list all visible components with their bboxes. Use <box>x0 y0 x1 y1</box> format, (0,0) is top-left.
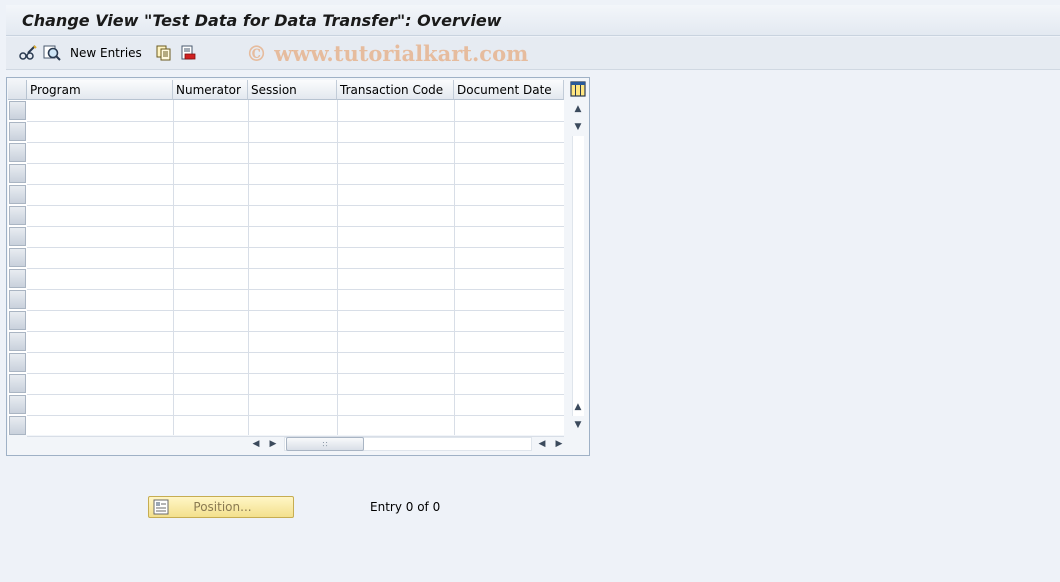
table-settings-icon[interactable] <box>570 81 586 97</box>
table-column-divider <box>454 100 455 435</box>
row-selector-button[interactable] <box>9 122 26 141</box>
row-selector-button[interactable] <box>9 143 26 162</box>
entry-counter: Entry 0 of 0 <box>370 500 441 514</box>
row-selector-button[interactable] <box>9 185 26 204</box>
table-row-divider <box>27 331 564 332</box>
row-selector-button[interactable] <box>9 353 26 372</box>
delete-icon[interactable] <box>176 41 200 65</box>
table-column-divider <box>173 100 174 435</box>
table-control: Program Numerator Session Transaction Co… <box>6 77 590 456</box>
table-row-divider <box>27 394 564 395</box>
select-all-button[interactable] <box>8 80 27 100</box>
scroll-first-column-icon[interactable]: ◀ <box>249 436 263 452</box>
watermark-text: © www.tutorialkart.com <box>246 41 529 66</box>
row-selector-button[interactable] <box>9 227 26 246</box>
row-selector-button[interactable] <box>9 311 26 330</box>
position-button[interactable]: Position... <box>148 496 294 518</box>
new-entries-button[interactable]: New Entries <box>70 46 142 60</box>
table-row-divider <box>27 163 564 164</box>
scroll-last-column-icon[interactable]: ▶ <box>552 436 566 452</box>
row-selector-button[interactable] <box>9 332 26 351</box>
scroll-right-icon[interactable]: ◀ <box>535 436 549 452</box>
display-change-icon[interactable] <box>16 41 40 65</box>
row-selector-button[interactable] <box>9 395 26 414</box>
row-selector-button[interactable] <box>9 269 26 288</box>
table-row-divider <box>27 352 564 353</box>
copy-as-icon[interactable] <box>152 41 176 65</box>
column-header-document-date[interactable]: Document Date <box>454 80 564 100</box>
column-header-session[interactable]: Session <box>248 80 337 100</box>
table-row-divider <box>27 415 564 416</box>
row-selector-button[interactable] <box>9 248 26 267</box>
horizontal-scroll-thumb[interactable]: ∷ <box>286 437 364 451</box>
row-selector-button[interactable] <box>9 164 26 183</box>
scroll-left-icon[interactable]: ▶ <box>266 436 280 452</box>
position-button-label: Position... <box>193 500 252 514</box>
row-selector-button[interactable] <box>9 290 26 309</box>
table-row-divider <box>27 184 564 185</box>
application-toolbar: New Entries <box>6 37 1060 70</box>
column-header-program[interactable]: Program <box>27 80 173 100</box>
scroll-up-icon[interactable]: ▼ <box>571 120 585 134</box>
table-row-divider <box>27 205 564 206</box>
row-selector-button[interactable] <box>9 374 26 393</box>
table-row-divider <box>27 226 564 227</box>
table-grid: Program Numerator Session Transaction Co… <box>8 80 564 437</box>
position-icon <box>152 498 170 516</box>
table-row-divider <box>27 373 564 374</box>
table-column-divider <box>248 100 249 435</box>
table-row-divider <box>27 142 564 143</box>
find-icon[interactable] <box>40 41 64 65</box>
vertical-scroll-track[interactable] <box>572 136 584 416</box>
table-row-divider <box>27 247 564 248</box>
table-row-divider <box>27 289 564 290</box>
row-selector-button[interactable] <box>9 416 26 435</box>
table-row-divider <box>27 310 564 311</box>
page-title: Change View "Test Data for Data Transfer… <box>22 10 502 30</box>
table-row-divider <box>27 121 564 122</box>
column-header-numerator[interactable]: Numerator <box>173 80 248 100</box>
page-up-icon[interactable]: ▲ <box>571 102 585 116</box>
page-down-icon[interactable]: ▼ <box>571 418 585 432</box>
row-selector-button[interactable] <box>9 101 26 120</box>
table-row-divider <box>27 268 564 269</box>
table-column-divider <box>337 100 338 435</box>
column-header-transaction-code[interactable]: Transaction Code <box>337 80 454 100</box>
vertical-scrollbar[interactable]: ▲ ▼ ▲ ▼ <box>570 100 586 434</box>
title-bar: Change View "Test Data for Data Transfer… <box>6 5 1060 36</box>
row-selector-button[interactable] <box>9 206 26 225</box>
scroll-down-icon[interactable]: ▲ <box>571 400 585 414</box>
